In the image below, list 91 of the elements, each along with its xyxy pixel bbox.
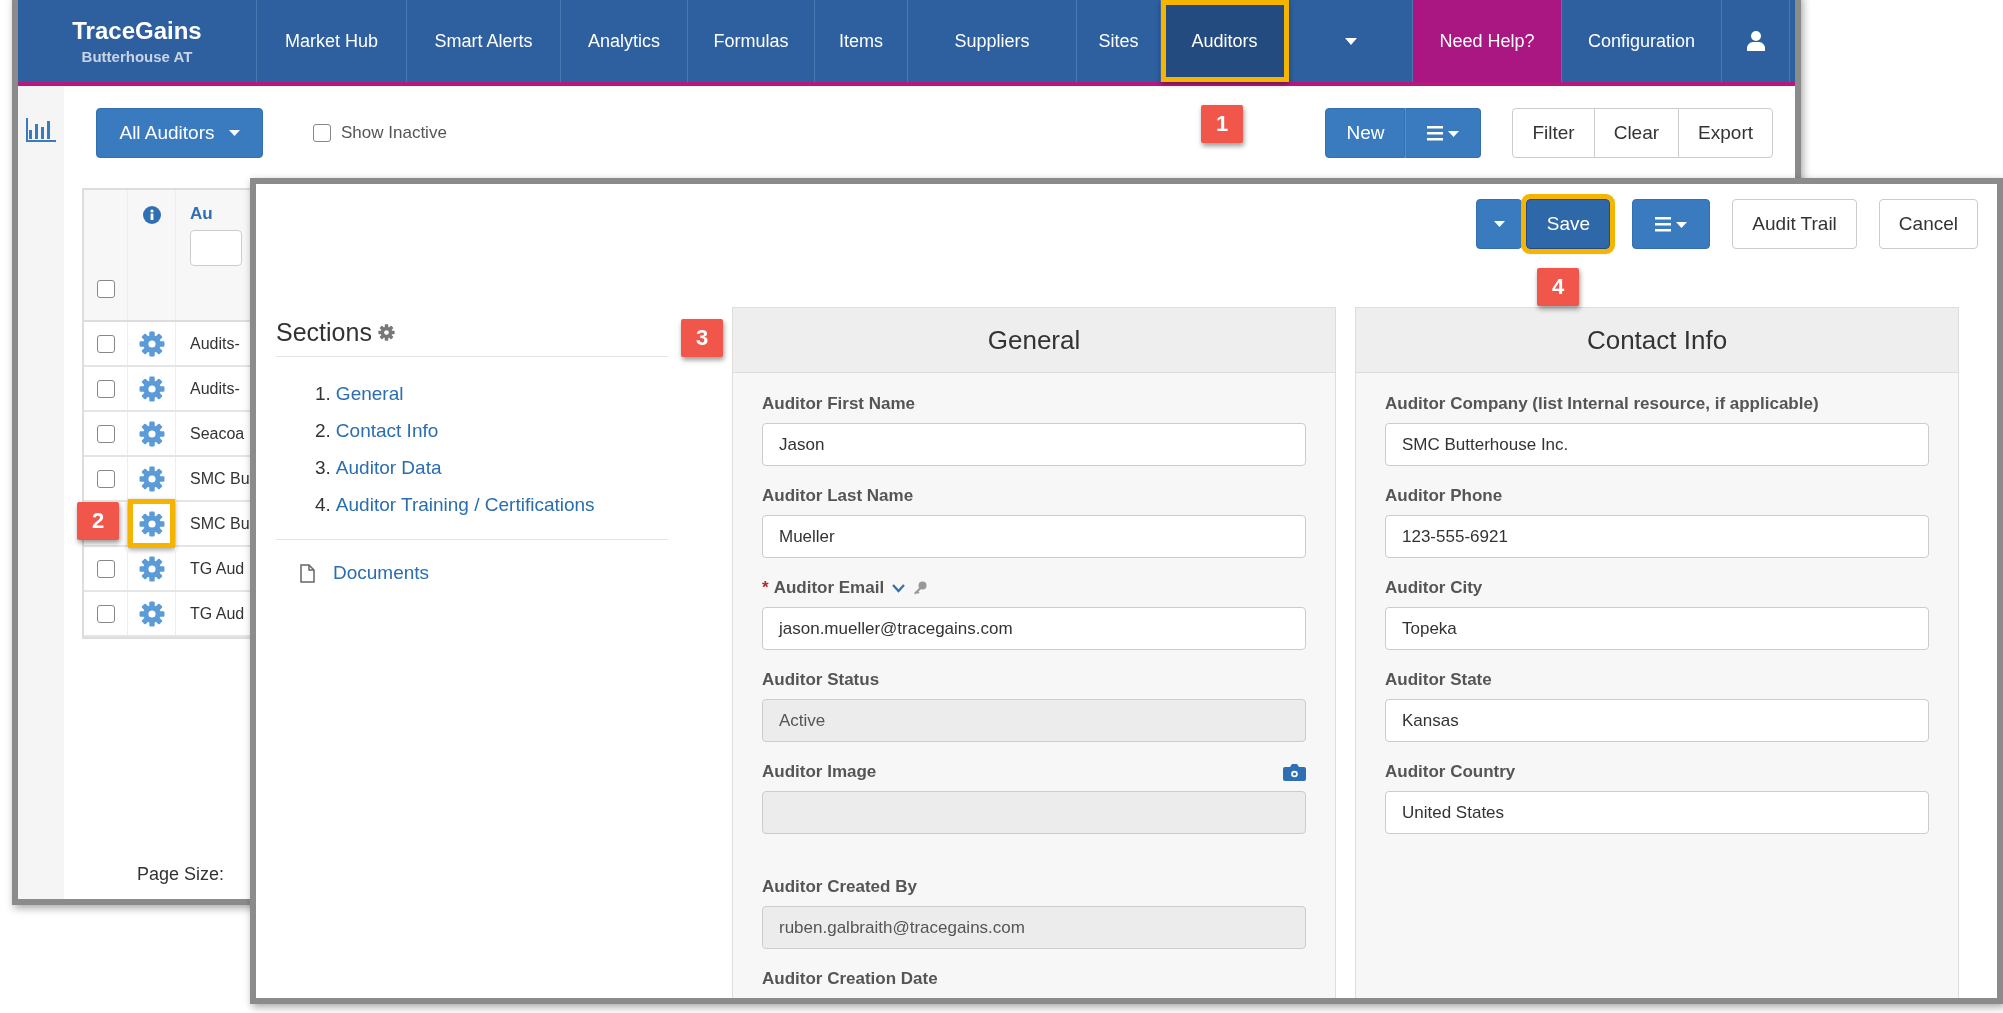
settings-icon[interactable] [138,555,165,582]
table-cell: SMC Bu [190,514,250,533]
nav-tab[interactable]: Smart Alerts [407,0,561,82]
user-icon[interactable] [1746,31,1765,51]
account-name: Butterhouse AT [81,48,193,65]
step-number-badge: 2 [77,502,119,540]
caret-down-icon[interactable] [228,130,240,136]
list-number: 1. [315,382,331,405]
checkbox[interactable] [313,124,331,142]
nav-tab[interactable]: Analytics [561,0,688,82]
table-cell: TG Aud [190,604,245,623]
field-label: Auditor City [1385,578,1483,598]
list-number: 2. [315,419,331,442]
table-cell: Audits- [190,334,240,353]
text-field[interactable]: Jason [762,423,1306,466]
field-label: Auditor Created By [762,877,917,897]
section-link[interactable]: Auditor Data [335,456,442,479]
panel-title: Contact Info [1586,324,1728,356]
nav-tab[interactable]: Auditors [1161,0,1289,82]
table-cell: Audits- [190,379,240,398]
step-number-badge: 4 [1537,268,1579,306]
filter-field[interactable] [190,230,242,266]
new-button[interactable]: New [1325,108,1406,158]
checkbox[interactable] [96,379,115,398]
document-icon [300,563,315,583]
checkbox[interactable] [96,469,115,488]
column-header[interactable]: Au [190,204,213,224]
text-field[interactable]: Topeka [1385,607,1929,650]
table-cell: Seacoa [190,424,245,443]
nav-tab[interactable]: Items [815,0,908,82]
field-label: Auditor Phone [1385,486,1503,506]
text-field[interactable]: Mueller [762,515,1306,558]
checkbox-label: Show Inactive [341,123,447,143]
text-field[interactable]: jason.mueller@tracegains.com [762,607,1306,650]
caret-down-icon[interactable] [1344,37,1357,45]
settings-icon[interactable] [377,324,395,341]
caret-down-icon[interactable] [1493,221,1505,227]
section-link[interactable]: General [335,382,404,405]
nav-tab[interactable]: Formulas [688,0,815,82]
table-cell: SMC Bu [190,469,250,488]
key-icon[interactable] [913,581,928,595]
brand-name: TraceGains [72,17,202,45]
text-field[interactable]: Kansas [1385,699,1929,742]
field-label: Auditor Country [1385,762,1516,782]
info-icon[interactable] [142,206,161,224]
field-label: Auditor Image [762,762,877,782]
camera-icon[interactable] [1283,763,1306,781]
documents-link[interactable]: Documents [333,562,430,584]
menu-button[interactable] [1405,108,1482,158]
required-mark: * [762,578,769,598]
page-size-label: Page Size: [137,864,226,885]
menu-dropdown-icon[interactable] [1655,216,1688,232]
menu-dropdown-icon[interactable] [1427,125,1460,141]
chevron-down-icon[interactable] [892,583,906,593]
checkbox[interactable] [96,559,115,578]
toolbar-button[interactable]: Clear [1593,108,1680,158]
text-field[interactable]: SMC Butterhouse Inc. [1385,423,1929,466]
sections-heading: Sections [276,318,372,347]
panel-title: General [987,324,1081,356]
checkbox[interactable] [96,334,115,353]
toolbar-button[interactable]: Export [1678,108,1773,158]
field-label: Auditor Creation Date [762,969,938,989]
bar-chart-icon[interactable] [26,118,56,142]
cancel-button[interactable]: Cancel [1878,199,1978,249]
menu-button[interactable] [1632,199,1711,249]
field-label: Auditor First Name [762,394,916,414]
dropdown-button[interactable] [1476,199,1523,249]
field-label: Auditor Last Name [762,486,914,506]
field-label: Auditor Status [762,670,880,690]
step-number-badge: 3 [681,319,723,357]
text-field[interactable]: 123-555-6921 [1385,515,1929,558]
section-link[interactable]: Auditor Training / Certifications [335,493,595,516]
nav-tab[interactable]: Configuration [1562,0,1722,82]
checkbox[interactable] [96,604,115,623]
list-number: 4. [315,493,331,516]
section-link[interactable]: Contact Info [335,419,439,442]
help-link[interactable]: Need Help? [1413,0,1562,82]
text-field[interactable]: United States [1385,791,1929,834]
field-label: Auditor State [1385,670,1492,690]
nav-tab[interactable]: Market Hub [257,0,407,82]
nav-tab[interactable]: Suppliers [908,0,1077,82]
checkbox[interactable] [96,424,115,443]
field-label: Auditor Company (list Internal resource, if applicable) [1385,394,1819,414]
field-label: Auditor Email [773,578,885,598]
view-dropdown-button[interactable]: All Auditors [96,108,263,158]
audit-trail-button[interactable]: Audit Trail [1732,199,1857,249]
list-number: 3. [315,456,331,479]
checkbox[interactable] [96,280,115,298]
table-cell: TG Aud [190,559,245,578]
step-number-badge: 1 [1201,105,1243,143]
toolbar-button[interactable]: Filter [1512,108,1595,158]
